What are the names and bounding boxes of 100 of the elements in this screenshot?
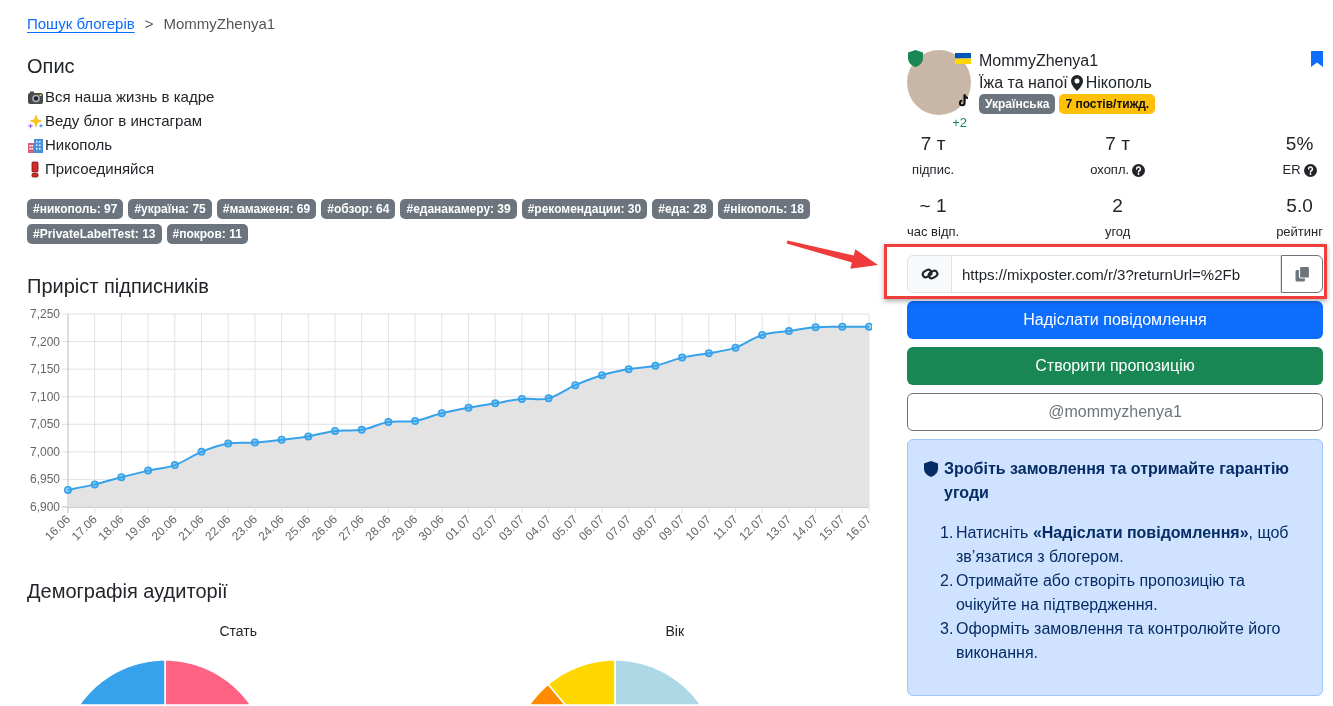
hashtag-badge: #покров: 11: [166, 224, 248, 244]
data-point: [651, 361, 660, 370]
category-text: Їжа та напої: [979, 73, 1068, 93]
description-text: Вся наша жизнь в кадре: [45, 87, 215, 107]
axis-label: 7,100: [29, 389, 60, 404]
data-point: [731, 343, 740, 352]
create-offer-button[interactable]: Створити пропозицію: [907, 347, 1323, 385]
data-point: [437, 409, 446, 418]
data-point: [784, 327, 793, 336]
step-text: Натисніть «Надіслати повідомлення», щоб зв’язатися з блогером.: [956, 523, 1290, 567]
step-number: 3.: [940, 619, 955, 639]
stat-label: підпис.: [912, 161, 955, 179]
stat-label: ER: [1282, 161, 1301, 179]
breadcrumb-link[interactable]: Пошук блогерів: [27, 13, 135, 35]
hashtag-badge: #обзор: 64: [321, 199, 396, 219]
hashtag-badge: #еда: 28: [652, 199, 713, 219]
axis-label: 7,050: [29, 417, 60, 432]
breadcrumb-current: MommyZhenya1: [163, 14, 276, 34]
step-number: 1.: [940, 523, 955, 543]
help-icon[interactable]: [1303, 163, 1317, 177]
sparkles-icon: [27, 112, 44, 130]
data-point: [304, 432, 313, 441]
music-note-icon: [958, 94, 968, 107]
step-number: 2.: [940, 571, 955, 591]
avatar-placeholder: [907, 50, 971, 115]
link-field[interactable]: https://mixposter.com/r/3?returnUrl=%2Fb: [952, 255, 1281, 293]
info-title: Зробіть замовлення та отримайте гарантію угоди: [944, 459, 1291, 503]
stat-value: 7 т: [920, 132, 946, 156]
axis-label: 7,000: [29, 444, 60, 459]
section-title: Демографія аудиторії: [27, 579, 229, 603]
profile-badge: Українська: [979, 94, 1056, 114]
data-point: [277, 435, 286, 444]
data-point: [144, 466, 153, 475]
link-icon: [920, 267, 939, 281]
location-pin-icon: [1070, 75, 1083, 91]
data-point: [624, 365, 633, 374]
hashtag-badge: #україна: 75: [128, 199, 212, 219]
data-point: [411, 416, 420, 425]
stat-label: рейтинг: [1276, 223, 1323, 241]
step-text: Отримайте або створіть пропозицію та очікуйте на підтвердження.: [956, 571, 1246, 615]
chart-title: Вік: [665, 622, 685, 640]
axis-label: 6,900: [29, 500, 60, 514]
data-point: [224, 439, 233, 448]
platform-count: +2: [951, 115, 968, 131]
data-point: [491, 399, 500, 408]
data-point: [838, 322, 847, 331]
stat-value: 5%: [1285, 132, 1314, 156]
description-text: Присоединяйся: [45, 159, 155, 179]
data-point: [758, 330, 767, 339]
data-point: [678, 353, 687, 362]
profile-name: MommyZhenya1: [979, 51, 1100, 71]
flag-icon: [955, 53, 971, 64]
description-text: Никополь: [45, 135, 112, 155]
stat-value: 7 т: [1105, 132, 1130, 156]
section-title: Приріст підписників: [27, 274, 210, 298]
data-point: [357, 425, 366, 434]
send-message-button[interactable]: Надіслати повідомлення: [907, 301, 1323, 339]
data-point: [170, 461, 179, 470]
data-point: [90, 480, 99, 489]
data-point: [117, 473, 126, 482]
data-point: [331, 426, 339, 435]
data-point: [544, 394, 553, 403]
profile-badge: 7 постів/тижд.: [1059, 94, 1156, 114]
data-point: [811, 323, 820, 332]
data-point: [384, 418, 393, 427]
city-text: Нікополь: [1085, 73, 1152, 93]
buildings-icon: [27, 136, 44, 154]
step-text: Оформіть замовлення та контролюйте його виконання.: [956, 619, 1282, 663]
stat-label: час відп.: [907, 223, 960, 241]
stat-label: угод: [1104, 223, 1131, 241]
description-text: Веду блог в инстаграм: [45, 111, 203, 131]
username-button[interactable]: @mommyzhenya1: [907, 393, 1323, 431]
section-title: Опис: [27, 54, 76, 78]
breadcrumb-separator: >: [144, 14, 154, 34]
data-point: [517, 394, 526, 403]
copy-icon: [1294, 266, 1310, 282]
data-point: [250, 438, 259, 447]
bookmark-icon[interactable]: [1311, 51, 1323, 67]
hashtag-badge: #никополь: 97: [27, 199, 124, 219]
axis-label: 6,950: [29, 472, 60, 487]
data-point: [571, 381, 580, 390]
help-icon[interactable]: [1132, 163, 1146, 177]
hashtag-badge: #рекомендации: 30: [521, 199, 648, 219]
hashtag-badge: #мамаженя: 69: [216, 199, 317, 219]
shield-icon: [924, 461, 938, 477]
data-point: [197, 447, 206, 456]
hashtag-badge: #еданакамеру: 39: [400, 199, 517, 219]
stat-label: охопл.: [1090, 161, 1130, 179]
copy-button[interactable]: [1281, 255, 1323, 293]
data-point: [598, 371, 606, 380]
axis-label: 7,200: [29, 334, 60, 349]
data-point: [64, 485, 72, 494]
stat-value: ~ 1: [919, 194, 947, 218]
data-point: [865, 322, 872, 331]
axis-label: 7,150: [29, 362, 60, 377]
stat-value: 5.0: [1286, 194, 1313, 218]
stat-value: 2: [1112, 194, 1123, 218]
hashtag-badge: #PrivateLabelTest: 13: [27, 224, 162, 244]
axis-label: 7,250: [29, 307, 60, 321]
data-point: [704, 349, 713, 358]
